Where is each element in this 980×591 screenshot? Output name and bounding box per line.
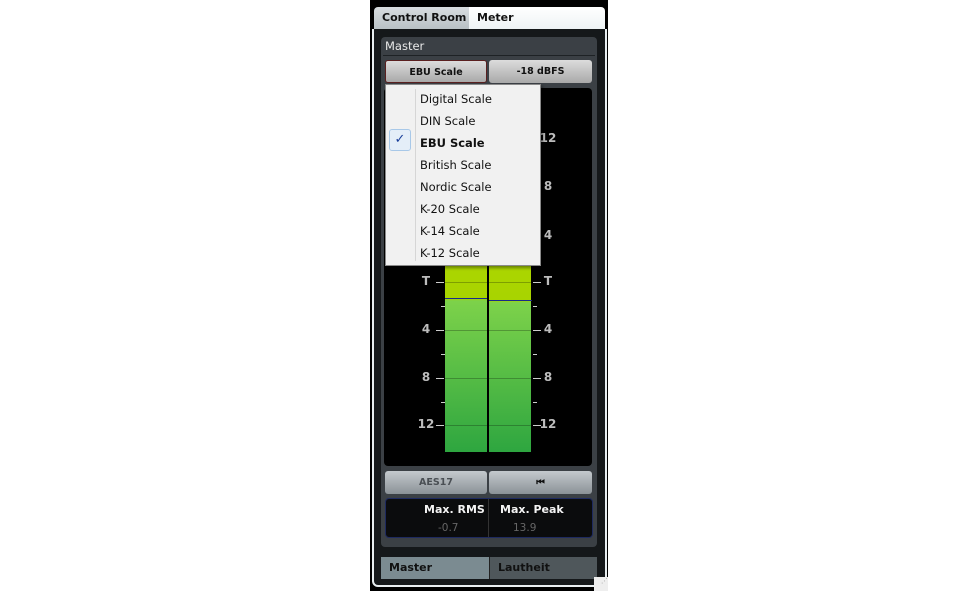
scale-label-left: 12 — [417, 417, 435, 431]
scale-tick — [436, 282, 444, 283]
max-peak-label: Max. Peak — [500, 503, 564, 516]
tab-master[interactable]: Master — [381, 557, 489, 579]
tab-meter[interactable]: Meter — [469, 7, 605, 29]
gridline — [445, 378, 532, 379]
minor-tick — [533, 402, 537, 403]
peak-line-right — [489, 300, 532, 301]
skip-back-icon: ⏮ — [536, 477, 545, 488]
scale-tick — [436, 425, 444, 426]
menu-separator — [415, 89, 416, 261]
minor-tick — [441, 402, 445, 403]
readout-panel: Max. RMS -0.7 Max. Peak 13.9 — [385, 498, 593, 538]
check-icon: ✓ — [389, 129, 411, 151]
scale-tick — [533, 330, 541, 331]
scale-label-right: 12 — [539, 131, 557, 145]
divider — [488, 499, 489, 537]
menu-item[interactable]: Digital Scale — [420, 88, 492, 110]
scale-label-right: T — [543, 274, 553, 288]
divider — [383, 55, 595, 56]
menu-item[interactable]: K-12 Scale — [420, 242, 480, 264]
scale-label-left: 4 — [421, 322, 431, 336]
reference-level-button[interactable]: -18 dBFS — [489, 60, 592, 83]
menu-item[interactable]: DIN Scale — [420, 110, 475, 132]
tab-control-room[interactable]: Control Room — [374, 7, 469, 29]
scale-label-right: 8 — [543, 370, 553, 384]
minor-tick — [533, 306, 537, 307]
menu-item[interactable]: EBU Scale — [420, 132, 485, 154]
gridline — [445, 330, 532, 331]
minor-tick — [441, 354, 445, 355]
max-peak-value[interactable]: 13.9 — [513, 522, 536, 534]
scale-label-right: 4 — [543, 228, 553, 242]
scale-label-right: 4 — [543, 322, 553, 336]
scale-label-left: 8 — [421, 370, 431, 384]
menu-item[interactable]: K-14 Scale — [420, 220, 480, 242]
resize-grip[interactable]: ⋰ — [594, 577, 608, 591]
scale-tick — [533, 378, 541, 379]
reset-button[interactable]: ⏮ — [489, 471, 592, 494]
scale-label-right: 12 — [539, 417, 557, 431]
scale-label-right: 8 — [543, 179, 553, 193]
minor-tick — [441, 306, 445, 307]
aes17-button[interactable]: AES17 — [385, 471, 487, 494]
menu-item[interactable]: K-20 Scale — [420, 198, 480, 220]
scale-dropdown-menu: ✓ Digital Scale DIN Scale EBU Scale British… — [385, 84, 541, 266]
menu-item[interactable]: British Scale — [420, 154, 491, 176]
scale-tick — [533, 425, 541, 426]
scale-tick — [533, 282, 541, 283]
gridline — [445, 282, 532, 283]
scale-tick — [436, 330, 444, 331]
menu-item[interactable]: Nordic Scale — [420, 176, 492, 198]
gridline — [445, 425, 532, 426]
scale-label-left: T — [421, 274, 431, 288]
scale-button[interactable]: EBU Scale — [385, 60, 487, 83]
minor-tick — [533, 354, 537, 355]
scale-tick — [436, 378, 444, 379]
max-rms-value[interactable]: -0.7 — [438, 522, 459, 534]
tab-lautheit[interactable]: Lautheit — [489, 557, 597, 579]
max-rms-label: Max. RMS — [424, 503, 485, 516]
section-title: Master — [385, 39, 425, 53]
peak-line-left — [445, 298, 487, 299]
